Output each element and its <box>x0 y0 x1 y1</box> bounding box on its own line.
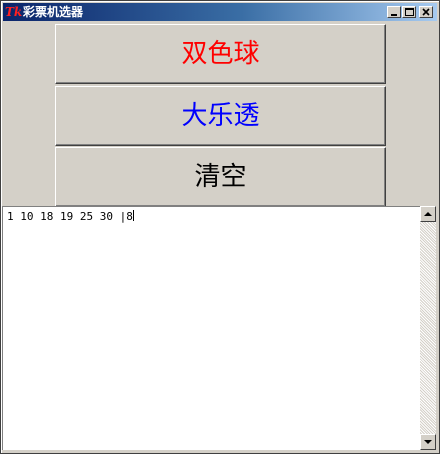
title-bar[interactable]: Tk 彩票机选器 <box>3 3 437 21</box>
maximize-icon <box>405 8 414 16</box>
text-cursor <box>132 210 134 221</box>
close-icon <box>422 8 430 16</box>
maximize-button[interactable] <box>402 6 416 18</box>
scroll-up-arrow-icon <box>424 212 432 216</box>
vertical-scrollbar[interactable] <box>420 206 436 450</box>
result-text: 1 10 18 19 25 30 |8 <box>7 210 133 223</box>
double-color-ball-button[interactable]: 双色球 <box>55 24 386 84</box>
clear-button[interactable]: 清空 <box>55 147 386 207</box>
scroll-down-button[interactable] <box>420 434 436 450</box>
super-lotto-button[interactable]: 大乐透 <box>55 86 386 146</box>
scroll-down-arrow-icon <box>424 440 432 444</box>
scroll-up-button[interactable] <box>420 206 436 222</box>
tk-icon[interactable]: Tk <box>5 4 22 20</box>
minimize-icon <box>391 14 397 16</box>
minimize-button[interactable] <box>387 6 401 18</box>
window-title: 彩票机选器 <box>23 5 84 19</box>
close-button[interactable] <box>419 6 433 18</box>
result-text-area[interactable]: 1 10 18 19 25 30 |8 <box>2 206 420 450</box>
